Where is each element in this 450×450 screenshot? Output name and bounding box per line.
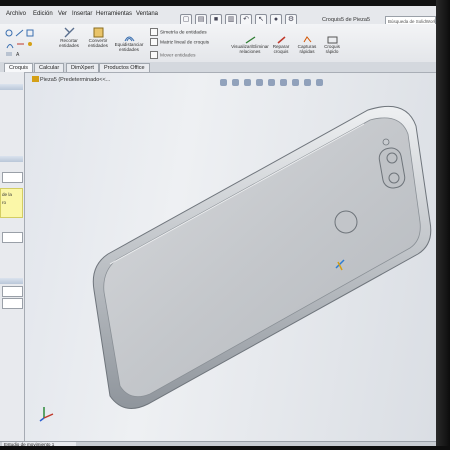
- view-orientation-icon[interactable]: [268, 79, 275, 86]
- menu-ver[interactable]: Ver: [58, 11, 67, 17]
- document-title: Croquis5 de Pieza5: [322, 17, 371, 23]
- linear-pattern-button[interactable]: Matriz lineal de croquis: [150, 38, 209, 46]
- display-style-icon[interactable]: [280, 79, 287, 86]
- repair-sketch-button[interactable]: Reparar croquis: [268, 36, 294, 54]
- zoom-area-icon[interactable]: [232, 79, 239, 86]
- panel-field-3[interactable]: [2, 286, 23, 297]
- move-label: Mover entidades: [160, 53, 196, 59]
- heads-up-view-toolbar: [220, 79, 323, 86]
- panel-section-header-2: [0, 278, 23, 284]
- rapid-sketch-button[interactable]: Croquis rápido: [320, 36, 344, 54]
- snaps-icon: [303, 36, 311, 43]
- mirror-icon: [150, 28, 158, 36]
- feature-tree-title[interactable]: Pieza5 (Predeterminado<<...: [40, 77, 110, 83]
- menu-edicion[interactable]: Edición: [33, 11, 53, 17]
- zoom-fit-icon[interactable]: [220, 79, 227, 86]
- menu-insertar[interactable]: Insertar: [72, 11, 92, 17]
- quick-snaps-button[interactable]: Capturas rápidas: [294, 36, 320, 54]
- phone-3d-model[interactable]: [88, 104, 438, 420]
- panel-field-2[interactable]: [2, 232, 23, 243]
- monitor-bezel-bottom: [0, 446, 450, 450]
- menu-herramientas[interactable]: Herramientas: [96, 11, 132, 17]
- fingerprint-sensor: [334, 210, 358, 234]
- rapid-sketch-label: Croquis rápido: [324, 44, 340, 54]
- menu-archivo[interactable]: Archivo: [6, 11, 26, 17]
- mirror-label: Simetría de entidades: [160, 30, 207, 36]
- command-manager-ribbon: A Recortar entidades Convertir entidades…: [0, 24, 436, 63]
- menu-bar: Archivo Edición Ver Insertar Herramienta…: [0, 6, 436, 26]
- snaps-label: Capturas rápidas: [297, 44, 317, 54]
- display-relations-button[interactable]: Visualizar/Eliminar relaciones: [230, 36, 270, 54]
- appearance-icon[interactable]: [304, 79, 311, 86]
- message-line-1: de la: [2, 192, 12, 197]
- property-manager-panel: de la ro: [0, 72, 25, 442]
- section-view-icon[interactable]: [256, 79, 263, 86]
- part-icon: [32, 76, 39, 82]
- trim-label: Recortar entidades: [59, 38, 79, 48]
- panel-field-4[interactable]: [2, 298, 23, 309]
- relations-label: Visualizar/Eliminar relaciones: [231, 44, 269, 54]
- trim-icon: [64, 27, 74, 38]
- message-line-2: ro: [2, 200, 7, 205]
- svg-text:A: A: [16, 52, 20, 58]
- flash-icon: [382, 138, 390, 146]
- offset-label: Equidistanciar entidades: [114, 42, 144, 52]
- hide-show-icon[interactable]: [292, 79, 299, 86]
- coordinate-triad-icon: [39, 407, 54, 422]
- message-box: de la ro: [0, 188, 23, 218]
- pattern-icon: [150, 38, 158, 46]
- move-entities-button[interactable]: Mover entidades: [150, 51, 195, 59]
- offset-entities-button[interactable]: Equidistanciar entidades: [113, 33, 145, 52]
- convert-label: Convertir entidades: [88, 38, 108, 48]
- pattern-label: Matriz lineal de croquis: [160, 40, 210, 46]
- command-tabs: Croquis Calcular DimXpert Productos Offi…: [0, 62, 436, 73]
- monitor-bezel-top: [0, 0, 450, 6]
- repair-label: Reparar croquis: [272, 44, 290, 54]
- rapid-sketch-icon: [327, 36, 337, 44]
- trim-entities-button[interactable]: Recortar entidades: [55, 27, 83, 48]
- solidworks-screen: Archivo Edición Ver Insertar Herramienta…: [0, 0, 450, 450]
- panel-section-header: [0, 156, 23, 162]
- tab-dimxpert[interactable]: DimXpert: [66, 63, 99, 72]
- offset-icon: [124, 36, 134, 42]
- tab-productos-office[interactable]: Productos Office: [99, 63, 150, 72]
- repair-icon: [277, 36, 285, 44]
- previous-view-icon[interactable]: [244, 79, 251, 86]
- convert-entities-button[interactable]: Convertir entidades: [84, 27, 112, 48]
- monitor-bezel-right: [436, 0, 450, 450]
- menu-ventana[interactable]: Ventana: [136, 11, 158, 17]
- sketch-tools-icon-grid[interactable]: A: [4, 28, 44, 58]
- move-icon: [150, 51, 158, 59]
- scene-icon[interactable]: [316, 79, 323, 86]
- tab-croquis[interactable]: Croquis: [4, 63, 33, 72]
- panel-header: [0, 84, 23, 90]
- relations-icon: [245, 36, 255, 44]
- tab-calcular[interactable]: Calcular: [34, 63, 65, 72]
- panel-field-1[interactable]: [2, 172, 23, 183]
- convert-icon: [93, 27, 103, 38]
- mirror-entities-button[interactable]: Simetría de entidades: [150, 28, 207, 36]
